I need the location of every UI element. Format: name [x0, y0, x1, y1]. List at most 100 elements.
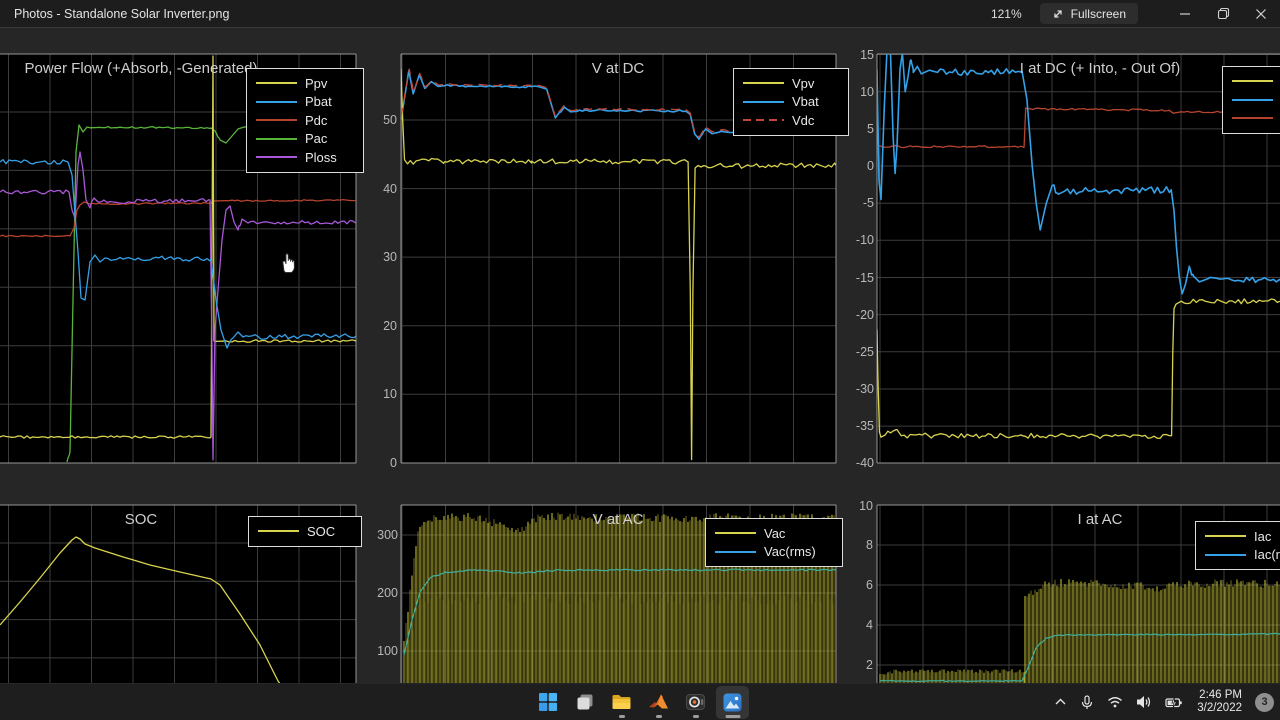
minimize-button[interactable] — [1166, 0, 1204, 27]
tray-microphone-button[interactable] — [1075, 686, 1099, 718]
window-title: Photos - Standalone Solar Inverter.png — [14, 6, 230, 21]
tray-volume-button[interactable] — [1131, 686, 1157, 718]
legend-entry: Vpv — [743, 74, 839, 93]
legend-entry: Ploss — [256, 148, 354, 167]
chevron-up-icon — [1055, 698, 1066, 705]
task-view-icon — [577, 694, 592, 710]
y-tick-label: 6 — [866, 578, 873, 592]
title-bar: Photos - Standalone Solar Inverter.png 1… — [0, 0, 1280, 28]
speaker-icon — [1137, 696, 1151, 708]
y-tick-label: 0 — [390, 456, 397, 470]
plot-title-i-at-dc: I at DC (+ Into, - Out Of) — [1019, 60, 1181, 77]
camera-app-icon — [686, 694, 705, 710]
legend-v-at-ac: Vac Vac(rms) — [705, 518, 843, 567]
microphone-icon — [1082, 694, 1093, 709]
legend-label: Iac — [1254, 528, 1272, 544]
plot-title-v-at-dc: V at DC — [591, 60, 645, 77]
y-tick-label: 50 — [383, 113, 397, 127]
fullscreen-button[interactable]: Fullscreen — [1039, 3, 1138, 24]
legend-entry: Pac — [256, 130, 354, 149]
y-tick-label: 200 — [377, 586, 398, 600]
file-explorer-icon — [612, 695, 631, 709]
photos-icon — [723, 693, 742, 711]
legend-label: Vac(rms) — [764, 544, 816, 560]
legend-label: Iac(rms) — [1254, 547, 1280, 563]
legend-entry: SOC — [258, 522, 352, 541]
legend-label: Vbat — [792, 94, 819, 110]
y-tick-label: -20 — [855, 307, 874, 322]
y-tick-label: 30 — [383, 250, 397, 265]
fullscreen-expand-icon — [1053, 9, 1062, 18]
y-tick-label: 20 — [383, 318, 397, 333]
fullscreen-label: Fullscreen — [1070, 6, 1126, 21]
legend-entry: Vac — [715, 524, 833, 543]
y-tick-label: -30 — [855, 382, 874, 396]
legend-label: Pac — [305, 131, 328, 147]
battery-charging-icon — [1165, 696, 1183, 708]
y-tick-label: 8 — [866, 538, 873, 552]
y-tick-label: -25 — [855, 344, 874, 359]
y-tick-label: 2 — [866, 658, 873, 672]
close-button[interactable] — [1242, 0, 1280, 27]
legend-entry: Ppv — [256, 74, 354, 93]
legend-label: Ppv — [305, 75, 328, 91]
legend-entry: Vac(rms) — [715, 543, 833, 562]
camera-app-button[interactable] — [679, 686, 712, 719]
figure-plots — [0, 53, 1280, 683]
y-tick-label: 10 — [383, 387, 397, 402]
legend-power-flow: Ppv Pbat Pdc Pac Ploss — [246, 68, 364, 173]
y-tick-label: 10 — [859, 499, 873, 513]
y-tick-label: -40 — [855, 456, 874, 470]
legend-i-at-ac: Iac Iac(rms) — [1195, 521, 1280, 570]
windows-logo-icon — [538, 693, 557, 711]
y-tick-label: 5 — [867, 121, 874, 136]
photo-canvas[interactable]: Power Flow (+Absorb, -Generated) V at DC… — [0, 27, 1280, 684]
legend-soc: SOC — [248, 516, 362, 547]
start-button[interactable] — [531, 686, 564, 719]
plot-title-v-at-ac: V at AC — [592, 511, 644, 528]
y-tick-label: -15 — [855, 270, 874, 285]
legend-label: Vac — [764, 525, 786, 541]
task-view-button[interactable] — [568, 686, 601, 719]
plot-title-power-flow: Power Flow (+Absorb, -Generated) — [24, 60, 258, 77]
legend-entry: Pdc — [256, 111, 354, 130]
plot-title-i-at-ac: I at AC — [1077, 511, 1123, 528]
legend-label: Pbat — [305, 94, 332, 110]
file-explorer-button[interactable] — [605, 686, 638, 719]
legend-entry: Iac(rms) — [1205, 546, 1280, 565]
hand-cursor — [282, 253, 295, 273]
matlab-icon — [648, 694, 668, 709]
y-tick-label: 4 — [866, 618, 873, 632]
legend-label: Ploss — [305, 149, 337, 165]
taskbar: 2:46 PM 3/2/2022 3 — [0, 684, 1280, 720]
legend-entry — [1232, 109, 1280, 128]
notification-badge[interactable]: 3 — [1255, 692, 1274, 712]
tray-clock[interactable]: 2:46 PM 3/2/2022 — [1191, 689, 1248, 715]
legend-label: Vdc — [792, 112, 815, 128]
restore-button[interactable] — [1204, 0, 1242, 27]
legend-i-at-dc — [1222, 66, 1280, 134]
y-tick-label: 40 — [383, 181, 397, 196]
tray-time: 2:46 PM — [1199, 689, 1242, 701]
tray-battery-button[interactable] — [1160, 686, 1188, 718]
tray-chevron-button[interactable] — [1049, 686, 1072, 718]
legend-entry: Iac — [1205, 527, 1280, 546]
y-tick-label: -5 — [862, 196, 874, 211]
y-tick-label: -10 — [855, 233, 874, 248]
y-tick-label: 0 — [867, 159, 874, 173]
y-tick-label: 10 — [860, 84, 874, 99]
legend-label: Vpv — [792, 75, 815, 91]
tray-network-button[interactable] — [1102, 686, 1128, 718]
matlab-button[interactable] — [642, 686, 675, 719]
photos-button[interactable] — [716, 685, 749, 719]
y-tick-label: 15 — [860, 47, 874, 62]
zoom-level: 121% — [990, 6, 1022, 21]
legend-entry: Pbat — [256, 93, 354, 112]
plot-title-soc: SOC — [124, 511, 158, 528]
y-tick-label: -35 — [855, 419, 874, 434]
legend-label: Pdc — [305, 112, 328, 128]
tray-date: 3/2/2022 — [1197, 702, 1242, 714]
y-tick-label: 100 — [377, 644, 398, 658]
screen: Power Flow (+Absorb, -Generated) V at DC… — [0, 0, 1280, 720]
legend-label: SOC — [307, 523, 336, 539]
